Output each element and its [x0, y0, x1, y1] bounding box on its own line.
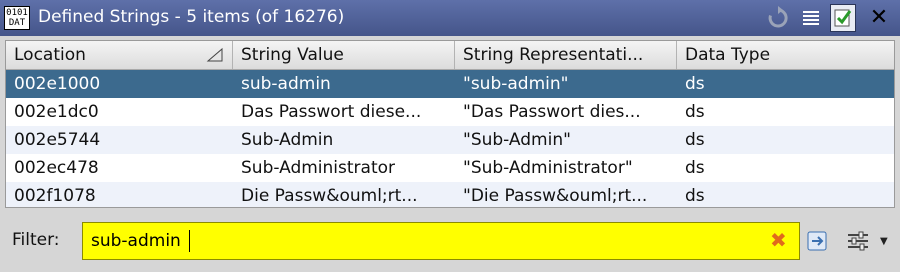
data-icon: 0101 DAT	[4, 6, 30, 30]
text-cursor	[189, 230, 190, 252]
title-bar: 0101 DAT Defined Strings - 5 items (of 1…	[0, 0, 900, 36]
list-icon	[803, 11, 819, 25]
cell-location: 002e1dc0	[14, 102, 99, 122]
sliders-icon	[848, 231, 868, 251]
cell-representation: "Die Passw&ouml;rt...	[463, 186, 648, 206]
configure-columns-button[interactable]	[845, 228, 871, 259]
refresh-button[interactable]	[765, 4, 791, 32]
cell-representation: "Sub-Administrator"	[463, 158, 633, 178]
cell-data-type: ds	[685, 158, 705, 178]
filter-options-icon	[807, 231, 827, 251]
window-title: Defined Strings - 5 items (of 16276)	[38, 7, 345, 27]
cell-location: 002ec478	[14, 158, 99, 178]
selection-icon	[834, 9, 852, 27]
table-row[interactable]: 002e5744 Sub-Admin "Sub-Admin" ds	[6, 126, 894, 154]
make-selection-button[interactable]	[830, 4, 856, 32]
cell-string-value: Sub-Administrator	[241, 158, 396, 178]
close-icon: ✕	[869, 5, 889, 30]
filter-label: Filter:	[12, 230, 60, 250]
cell-data-type: ds	[685, 186, 705, 206]
clear-filter-icon[interactable]: ✖	[770, 230, 787, 250]
table-row[interactable]: 002ec478 Sub-Administrator "Sub-Administ…	[6, 154, 894, 182]
list-view-button[interactable]	[798, 4, 824, 32]
cell-representation: "sub-admin"	[463, 74, 569, 94]
cell-data-type: ds	[685, 102, 705, 122]
cell-location: 002e1000	[14, 74, 101, 94]
cell-representation: "Das Passwort dies...	[463, 102, 641, 122]
column-header-location[interactable]: Location	[6, 41, 233, 69]
chevron-down-icon[interactable]: ▼	[880, 236, 888, 247]
column-header-data-type[interactable]: Data Type	[677, 41, 894, 69]
refresh-icon	[768, 6, 788, 28]
column-header-string-representation[interactable]: String Representati...	[455, 41, 677, 69]
cell-string-value: Das Passwort diese...	[241, 102, 422, 122]
column-header-string-value[interactable]: String Value	[233, 41, 455, 69]
filter-options-button[interactable]	[805, 228, 831, 259]
column-label: String Representati...	[463, 45, 644, 65]
column-label: Data Type	[685, 45, 771, 65]
cell-string-value: sub-admin	[241, 74, 331, 94]
close-button[interactable]: ✕	[866, 4, 892, 32]
sort-ascending-icon	[206, 47, 223, 62]
cell-data-type: ds	[685, 74, 705, 94]
cell-data-type: ds	[685, 130, 705, 150]
filter-bar: Filter: ✖ ▼	[0, 214, 900, 272]
table-row[interactable]: 002e1000 sub-admin "sub-admin" ds	[6, 70, 894, 98]
column-label: Location	[14, 45, 86, 65]
cell-string-value: Die Passw&ouml;rt...	[241, 186, 418, 206]
app-icon-text: 0101 DAT	[6, 8, 28, 28]
cell-location: 002f1078	[14, 186, 96, 206]
cell-string-value: Sub-Admin	[241, 130, 334, 150]
cell-location: 002e5744	[14, 130, 101, 150]
strings-table: Location String Value String Representat…	[5, 40, 895, 208]
table-row[interactable]: 002f1078 Die Passw&ouml;rt... "Die Passw…	[6, 182, 894, 207]
cell-representation: "Sub-Admin"	[463, 130, 571, 150]
table-header: Location String Value String Representat…	[6, 41, 894, 70]
table-row[interactable]: 002e1dc0 Das Passwort diese... "Das Pass…	[6, 98, 894, 126]
column-label: String Value	[241, 45, 344, 65]
